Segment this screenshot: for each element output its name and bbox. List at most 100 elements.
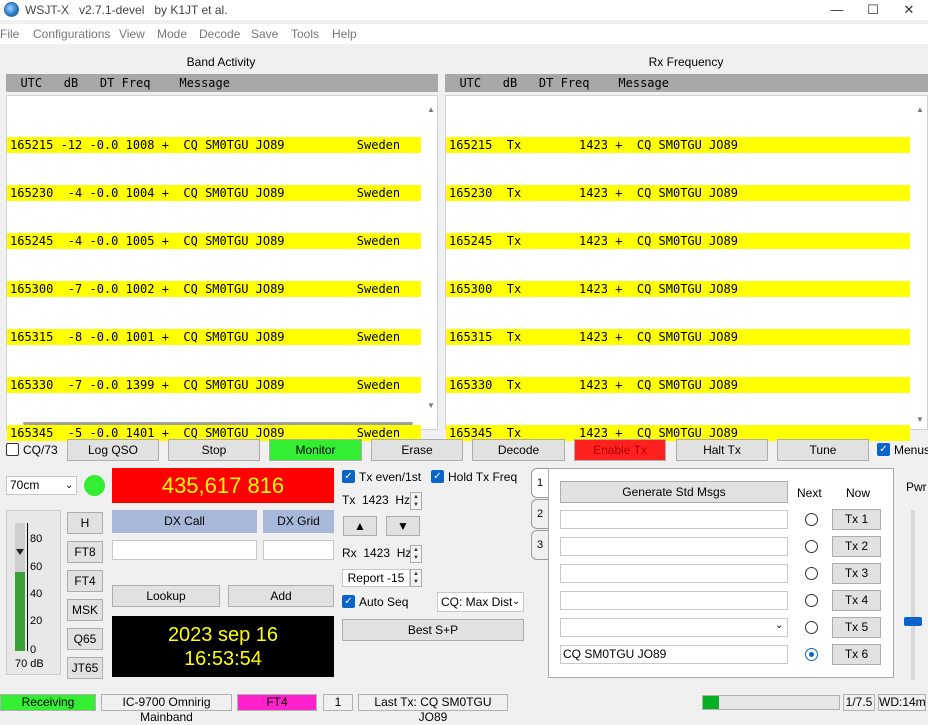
mode-msk-button[interactable]: MSK (67, 599, 103, 621)
menu-save[interactable]: Save (251, 27, 278, 41)
log-qso-button[interactable]: Log QSO (67, 439, 159, 461)
tx5-message-select[interactable]: ⌄ (560, 618, 788, 637)
report-field[interactable]: Report -15 (342, 569, 410, 587)
table-row[interactable]: 165330 -7 -0.0 1399 + CQ SM0TGU JO89 Swe… (7, 377, 421, 393)
decode-button[interactable]: Decode (472, 439, 565, 461)
erase-button[interactable]: Erase (371, 439, 463, 461)
auto-seq-checkbox[interactable]: ✓ (342, 595, 355, 608)
tx-up-button[interactable]: ▲ (343, 516, 377, 536)
scroll-down-icon[interactable]: ▼ (914, 414, 926, 426)
scroll-down-icon[interactable]: ▼ (425, 400, 437, 412)
meter-scale-line (27, 523, 28, 651)
minimize-button[interactable]: — (822, 1, 852, 19)
tx4-now-button[interactable]: Tx 4 (832, 590, 881, 611)
monitor-button[interactable]: Monitor (269, 439, 362, 461)
best-sp-button[interactable]: Best S+P (342, 619, 524, 641)
mode-ft8-button[interactable]: FT8 (67, 541, 103, 563)
menu-tools[interactable]: Tools (291, 27, 319, 41)
tx3-message-input[interactable] (560, 564, 788, 583)
tx2-next-radio[interactable] (805, 540, 818, 553)
table-row[interactable]: 165330 Tx 1423 + CQ SM0TGU JO89 (446, 377, 910, 393)
menu-mode[interactable]: Mode (157, 27, 187, 41)
lookup-button[interactable]: Lookup (112, 585, 220, 607)
mode-h-button[interactable]: H (67, 512, 103, 534)
tx3-next-radio[interactable] (805, 567, 818, 580)
menu-file[interactable]: File (0, 27, 19, 41)
menu-configurations[interactable]: Configurations (33, 27, 110, 41)
tx1-next-radio[interactable] (805, 513, 818, 526)
dx-grid-input[interactable] (263, 540, 334, 560)
menu-view[interactable]: View (119, 27, 145, 41)
cq73-checkbox[interactable] (6, 443, 19, 456)
halt-tx-button[interactable]: Halt Tx (676, 439, 768, 461)
table-row[interactable]: 165300 -7 -0.0 1002 + CQ SM0TGU JO89 Swe… (7, 281, 421, 297)
hold-tx-freq-checkbox[interactable]: ✓ (431, 470, 444, 483)
table-row[interactable]: 165230 Tx 1423 + CQ SM0TGU JO89 (446, 185, 910, 201)
table-row[interactable]: 165215 Tx 1423 + CQ SM0TGU JO89 (446, 137, 910, 153)
tx-down-button[interactable]: ▼ (386, 516, 420, 536)
cq-mode-select[interactable]: CQ: Max Dist ⌄ (437, 592, 524, 612)
table-row[interactable]: 165315 Tx 1423 + CQ SM0TGU JO89 (446, 329, 910, 345)
tx5-now-button[interactable]: Tx 5 (832, 617, 881, 638)
scroll-up-icon[interactable]: ▲ (425, 104, 437, 116)
auto-seq-label: Auto Seq (359, 595, 409, 609)
tx4-next-radio[interactable] (805, 594, 818, 607)
stop-button[interactable]: Stop (168, 439, 260, 461)
tx4-message-input[interactable] (560, 591, 788, 610)
tx1-now-button[interactable]: Tx 1 (832, 509, 881, 530)
add-button[interactable]: Add (228, 585, 334, 607)
table-row[interactable]: 165230 -4 -0.0 1004 + CQ SM0TGU JO89 Swe… (7, 185, 421, 201)
menu-bar: File Configurations View Mode Decode Sav… (0, 24, 928, 44)
menus-checkbox[interactable]: ✓ (877, 443, 890, 456)
report-spinner-icon[interactable]: ▲ ▼ (410, 569, 422, 587)
rx-freq-spinner-icon[interactable]: ▲ ▼ (410, 545, 422, 563)
tx6-next-radio[interactable] (805, 648, 818, 661)
status-receiving: Receiving (0, 694, 96, 711)
meter-tick: 60 (30, 561, 43, 573)
band-select[interactable]: 70cm ⌄ (6, 476, 77, 495)
band-activity-title: Band Activity (186, 55, 256, 69)
tab-3[interactable]: 3 (531, 530, 548, 560)
tx6-now-button[interactable]: Tx 6 (832, 644, 881, 665)
mode-q65-button[interactable]: Q65 (67, 628, 103, 650)
table-row[interactable]: 165245 -4 -0.0 1005 + CQ SM0TGU JO89 Swe… (7, 233, 421, 249)
table-row[interactable]: 165245 Tx 1423 + CQ SM0TGU JO89 (446, 233, 910, 249)
table-row[interactable]: 165315 -8 -0.0 1001 + CQ SM0TGU JO89 Swe… (7, 329, 421, 345)
tx3-now-button[interactable]: Tx 3 (832, 563, 881, 584)
scroll-up-icon[interactable]: ▲ (914, 104, 926, 116)
tx6-message-input[interactable]: CQ SM0TGU JO89 (560, 645, 788, 664)
tx-freq-spinner-icon[interactable]: ▲ ▼ (410, 492, 422, 510)
dx-call-input[interactable] (112, 540, 257, 560)
tx-even-checkbox[interactable]: ✓ (342, 470, 355, 483)
status-progress (702, 695, 840, 710)
rx-frequency-title: Rx Frequency (648, 55, 724, 69)
tab-2[interactable]: 2 (531, 499, 548, 529)
enable-tx-button[interactable]: Enable Tx (574, 439, 666, 461)
maximize-button[interactable]: ☐ (858, 1, 888, 19)
menu-help[interactable]: Help (332, 27, 357, 41)
menu-decode[interactable]: Decode (199, 27, 240, 41)
tx2-now-button[interactable]: Tx 2 (832, 536, 881, 557)
tx5-next-radio[interactable] (805, 621, 818, 634)
status-mode: FT4 (237, 694, 317, 711)
generate-std-msgs-button[interactable]: Generate Std Msgs (560, 481, 788, 503)
rx-freq-field[interactable]: Rx 1423 Hz (342, 545, 411, 564)
horizontal-scrollbar[interactable] (23, 422, 413, 425)
table-row[interactable]: 165215 -12 -0.0 1008 + CQ SM0TGU JO89 Sw… (7, 137, 421, 153)
rx-frequency-pane[interactable]: 165215 Tx 1423 + CQ SM0TGU JO89 165230 T… (445, 95, 928, 441)
pwr-slider-track[interactable] (911, 510, 915, 680)
status-progress-fill (703, 696, 720, 709)
mode-ft4-button[interactable]: FT4 (67, 570, 103, 592)
table-row[interactable]: 165300 Tx 1423 + CQ SM0TGU JO89 (446, 281, 910, 297)
tx2-message-input[interactable] (560, 537, 788, 556)
tune-button[interactable]: Tune (777, 439, 869, 461)
band-activity-pane[interactable]: 165215 -12 -0.0 1008 + CQ SM0TGU JO89 Sw… (6, 95, 438, 441)
mode-jt65-button[interactable]: JT65 (67, 657, 103, 679)
pwr-slider-handle[interactable] (904, 617, 922, 626)
tx1-message-input[interactable] (560, 510, 788, 529)
status-last-tx: Last Tx: CQ SM0TGU JO89 (358, 694, 508, 724)
tx-freq-field[interactable]: Tx 1423 Hz (342, 492, 410, 511)
close-button[interactable]: ✕ (894, 1, 924, 19)
tab-1[interactable]: 1 (531, 468, 548, 498)
meter-tick: 0 (30, 644, 37, 656)
